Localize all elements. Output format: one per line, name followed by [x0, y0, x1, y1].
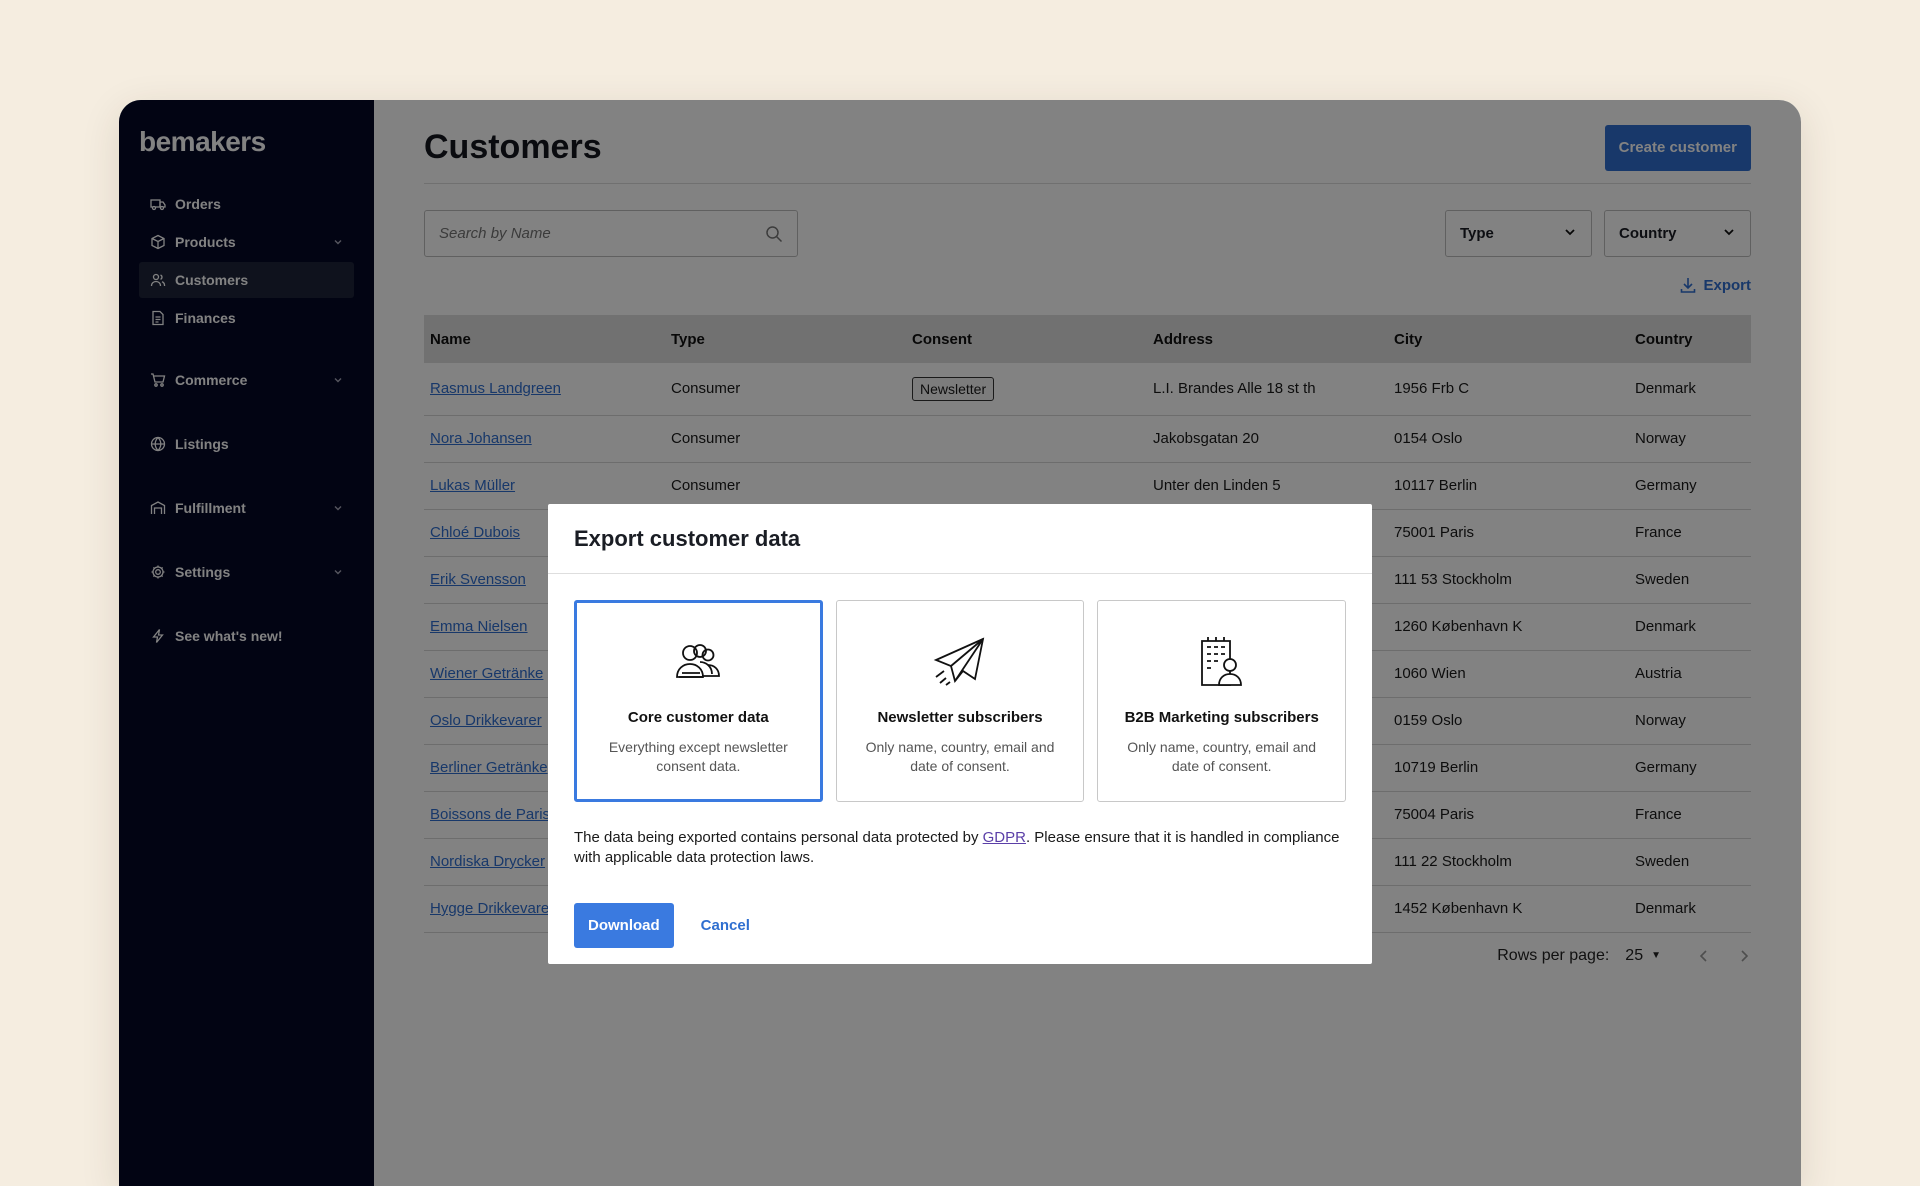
modal-body: Core customer data Everything except new…	[548, 574, 1372, 948]
download-button[interactable]: Download	[574, 903, 674, 948]
option-title: B2B Marketing subscribers	[1124, 709, 1319, 726]
export-modal: Export customer data Core customer data …	[548, 504, 1372, 964]
option-title: Newsletter subscribers	[877, 709, 1043, 726]
option-b2b-marketing-subscribers[interactable]: B2B Marketing subscribers Only name, cou…	[1097, 600, 1347, 802]
option-description: Only name, country, email and date of co…	[1127, 739, 1317, 774]
gdpr-link[interactable]: GDPR	[983, 829, 1026, 846]
users-group-icon	[670, 633, 726, 689]
export-options: Core customer data Everything except new…	[574, 600, 1347, 802]
modal-actions: Download Cancel	[574, 903, 1346, 948]
office-person-icon	[1194, 633, 1250, 689]
option-description: Only name, country, email and date of co…	[865, 739, 1055, 774]
modal-title: Export customer data	[574, 525, 801, 551]
app-window: bemakers Orders Products Customers Finan…	[119, 100, 1801, 1186]
modal-header: Export customer data	[548, 504, 1372, 574]
option-description: Everything except newsletter consent dat…	[608, 739, 788, 774]
notice-text: The data being exported contains persona…	[574, 829, 983, 846]
cancel-button[interactable]: Cancel	[701, 917, 750, 934]
paper-plane-icon	[932, 633, 988, 689]
option-title: Core customer data	[627, 709, 769, 726]
gdpr-notice: The data being exported contains persona…	[574, 828, 1346, 868]
option-newsletter-subscribers[interactable]: Newsletter subscribers Only name, countr…	[835, 600, 1085, 802]
option-core-customer-data[interactable]: Core customer data Everything except new…	[574, 600, 823, 802]
